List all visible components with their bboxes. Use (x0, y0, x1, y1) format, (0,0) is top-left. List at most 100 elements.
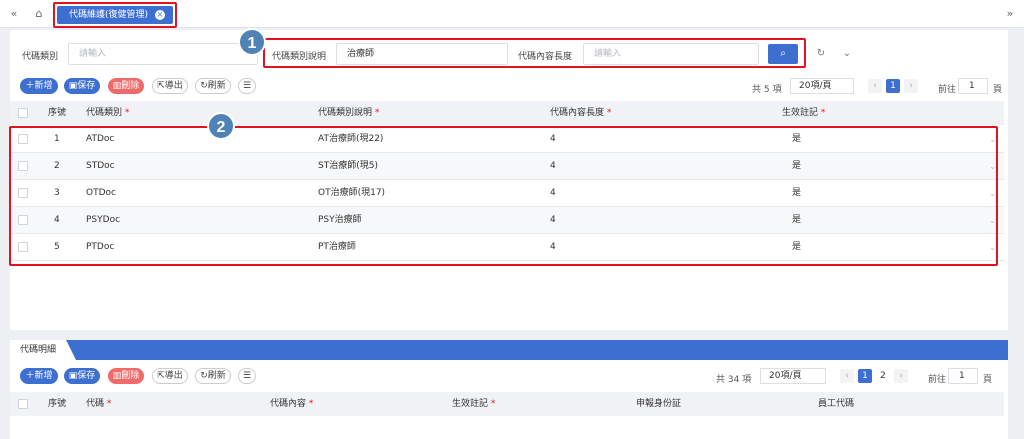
cell-code[interactable]: PTDoc (86, 234, 114, 261)
cell-desc[interactable]: PSY治療師 (318, 207, 362, 234)
detail-page-unit: 頁 (983, 375, 993, 385)
cell-no: 2 (54, 161, 60, 171)
row-checkbox[interactable] (18, 215, 28, 225)
table-row[interactable]: 1 ATDoc AT治療師(現22) 4 是 ⌄ (10, 126, 1004, 153)
table-row[interactable]: 5 PTDoc PT治療師 4 是 ⌄ (10, 234, 1004, 261)
chevron-down-icon[interactable]: ⌄ (989, 180, 996, 207)
col-desc[interactable]: 代碼類別說明 * (318, 101, 379, 125)
detail-next-page-button[interactable]: › (894, 369, 908, 383)
chevron-down-icon[interactable]: ⌄ (989, 153, 996, 180)
cell-length[interactable]: 4 (550, 234, 556, 261)
detail-page-size-select[interactable]: 20項/頁 (760, 368, 826, 384)
row-checkbox[interactable] (18, 188, 28, 198)
delete-button[interactable]: ▥刪除 (108, 78, 144, 94)
detail-tab-bar (10, 340, 1008, 360)
refresh-icon[interactable]: ↻ (812, 45, 830, 63)
detail-col-code[interactable]: 代碼 * (86, 392, 111, 416)
cell-active[interactable]: 是 (792, 153, 801, 180)
tab-code-detail[interactable]: 代碼明細 (10, 340, 76, 360)
chevron-down-icon[interactable]: ⌄ (989, 234, 996, 261)
home-icon[interactable]: ⌂ (31, 6, 47, 22)
cell-desc[interactable]: ST治療師(現5) (318, 153, 378, 180)
col-length[interactable]: 代碼內容長度 * (550, 101, 611, 125)
cell-desc[interactable]: AT治療師(現22) (318, 126, 383, 153)
detail-export-button[interactable]: ⇱導出 (152, 368, 188, 384)
chevrons-left-icon[interactable]: « (6, 6, 22, 22)
detail-goto-label: 前往 (928, 375, 947, 385)
col-active[interactable]: 生效註記 * (782, 101, 825, 125)
cell-no: 1 (54, 134, 60, 144)
cell-length[interactable]: 4 (550, 126, 556, 153)
detail-page-2[interactable]: 2 (876, 369, 890, 383)
detail-col-content[interactable]: 代碼內容 * (270, 392, 313, 416)
search-button[interactable]: ⌕ (768, 44, 798, 64)
prev-page-button[interactable]: ‹ (868, 79, 882, 93)
add-button[interactable]: ＋新增 (20, 78, 58, 94)
cell-desc[interactable]: PT治療師 (318, 234, 356, 261)
cell-no: 3 (54, 188, 60, 198)
table-row[interactable]: 3 OTDoc OT治療師(現17) 4 是 ⌄ (10, 180, 1004, 207)
col-code[interactable]: 代碼類別 * (86, 101, 129, 125)
close-circle-icon[interactable]: × (155, 10, 165, 20)
save-button[interactable]: ▣保存 (64, 78, 100, 94)
cell-code[interactable]: PSYDoc (86, 207, 120, 234)
cell-code[interactable]: OTDoc (86, 180, 116, 207)
detail-goto-page-input[interactable]: 1 (948, 368, 978, 384)
col-no: 序號 (48, 108, 67, 118)
chevrons-right-icon[interactable]: » (1002, 6, 1018, 22)
category-input[interactable]: 請輸入 (68, 43, 258, 65)
category-desc-label: 代碼類別說明 (272, 52, 327, 62)
page-unit: 頁 (993, 85, 1003, 95)
cell-active[interactable]: 是 (792, 180, 801, 207)
cell-active[interactable]: 是 (792, 234, 801, 261)
detail-refresh-button[interactable]: ↻刷新 (195, 368, 231, 384)
detail-save-button[interactable]: ▣保存 (64, 368, 100, 384)
row-checkbox[interactable] (18, 161, 28, 171)
content-length-input[interactable]: 請輸入 (583, 43, 759, 65)
row-checkbox[interactable] (18, 242, 28, 252)
refresh-button[interactable]: ↻刷新 (195, 78, 231, 94)
detail-col-active[interactable]: 生效註記 * (452, 392, 495, 416)
chevron-down-icon[interactable]: ⌄ (989, 126, 996, 153)
content-length-label: 代碼內容長度 (518, 52, 573, 62)
detail-page-1[interactable]: 1 (858, 369, 872, 383)
detail-col-insurance-id[interactable]: 申報身份証 (636, 392, 681, 416)
tab-code-maintenance[interactable]: 代碼維護(復健管理) × (57, 6, 173, 24)
cell-code[interactable]: ATDoc (86, 126, 114, 153)
row-checkbox[interactable] (18, 134, 28, 144)
annotation-badge-1: 1 (238, 28, 266, 56)
cell-length[interactable]: 4 (550, 207, 556, 234)
detail-column-settings-icon[interactable]: ☰ (238, 368, 256, 384)
cell-no: 4 (54, 215, 60, 225)
category-desc-input[interactable]: 治療師 (336, 43, 508, 65)
tab-label: 代碼維護(復健管理) (69, 10, 149, 20)
detail-prev-page-button[interactable]: ‹ (840, 369, 854, 383)
detail-select-all-checkbox[interactable] (18, 399, 28, 409)
cell-active[interactable]: 是 (792, 207, 801, 234)
cell-no: 5 (54, 242, 60, 252)
table-row[interactable]: 4 PSYDoc PSY治療師 4 是 ⌄ (10, 207, 1004, 234)
cell-desc[interactable]: OT治療師(現17) (318, 180, 385, 207)
detail-delete-button[interactable]: ▥刪除 (108, 368, 144, 384)
table-row[interactable]: 2 STDoc ST治療師(現5) 4 是 ⌄ (10, 153, 1004, 180)
top-tab-bar: « ⌂ 代碼維護(復健管理) × » (0, 0, 1024, 28)
cell-length[interactable]: 4 (550, 153, 556, 180)
page-size-select[interactable]: 20項/頁 (790, 78, 854, 94)
master-table-header: 序號 代碼類別 * 代碼類別說明 * 代碼內容長度 * 生效註記 * (10, 101, 1004, 125)
cell-length[interactable]: 4 (550, 180, 556, 207)
cell-code[interactable]: STDoc (86, 153, 115, 180)
category-label: 代碼類別 (22, 52, 59, 62)
column-settings-icon[interactable]: ☰ (238, 78, 256, 94)
next-page-button[interactable]: › (904, 79, 918, 93)
detail-col-employee-code[interactable]: 員工代碼 (818, 392, 854, 416)
annotation-badge-2: 2 (207, 112, 235, 140)
detail-add-button[interactable]: ＋新增 (20, 368, 58, 384)
cell-active[interactable]: 是 (792, 126, 801, 153)
export-button[interactable]: ⇱導出 (152, 78, 188, 94)
total-count: 共 5 項 (752, 85, 782, 95)
page-1[interactable]: 1 (886, 79, 900, 93)
chevron-down-icon[interactable]: ⌄ (838, 45, 856, 63)
goto-page-input[interactable]: 1 (958, 78, 988, 94)
select-all-checkbox[interactable] (18, 108, 28, 118)
chevron-down-icon[interactable]: ⌄ (989, 207, 996, 234)
